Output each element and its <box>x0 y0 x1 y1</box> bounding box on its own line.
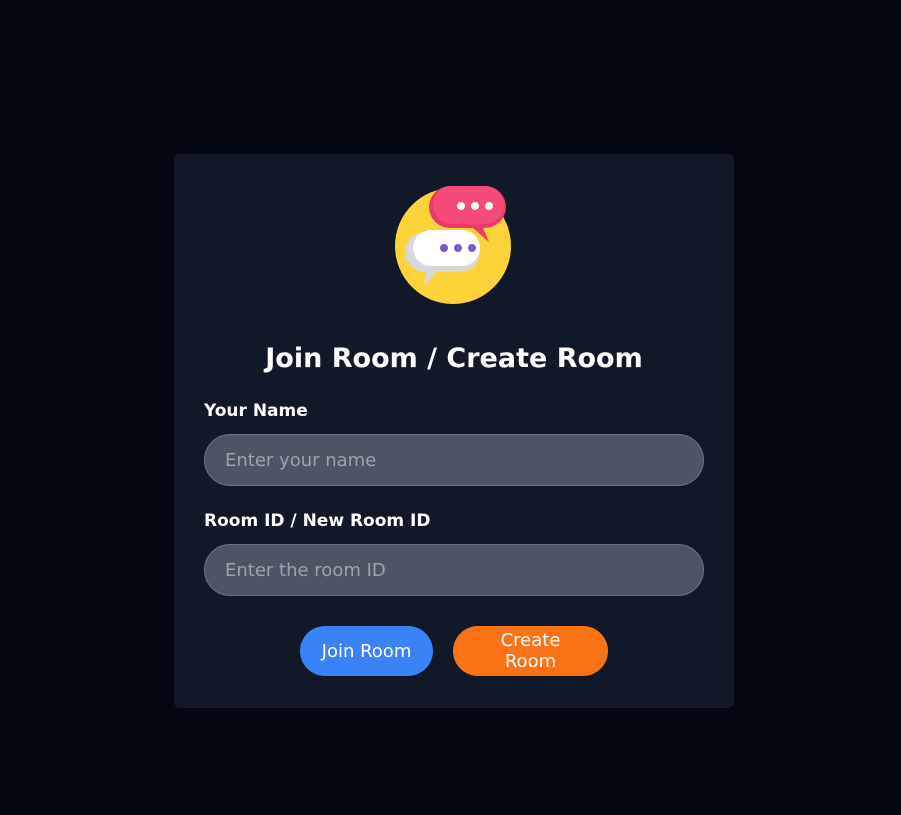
room-id-label: Room ID / New Room ID <box>204 511 431 531</box>
create-room-button[interactable]: Create Room <box>453 626 608 676</box>
page: Join Room / Create Room Your Name Room I… <box>0 0 901 815</box>
action-buttons: Join Room Create Room <box>204 626 704 676</box>
name-label: Your Name <box>204 401 308 421</box>
name-input[interactable] <box>204 434 704 486</box>
join-room-card: Join Room / Create Room Your Name Room I… <box>174 154 734 708</box>
chat-bubbles-icon <box>395 186 511 304</box>
room-id-input[interactable] <box>204 544 704 596</box>
page-title: Join Room / Create Room <box>265 343 643 374</box>
join-room-button[interactable]: Join Room <box>300 626 433 676</box>
